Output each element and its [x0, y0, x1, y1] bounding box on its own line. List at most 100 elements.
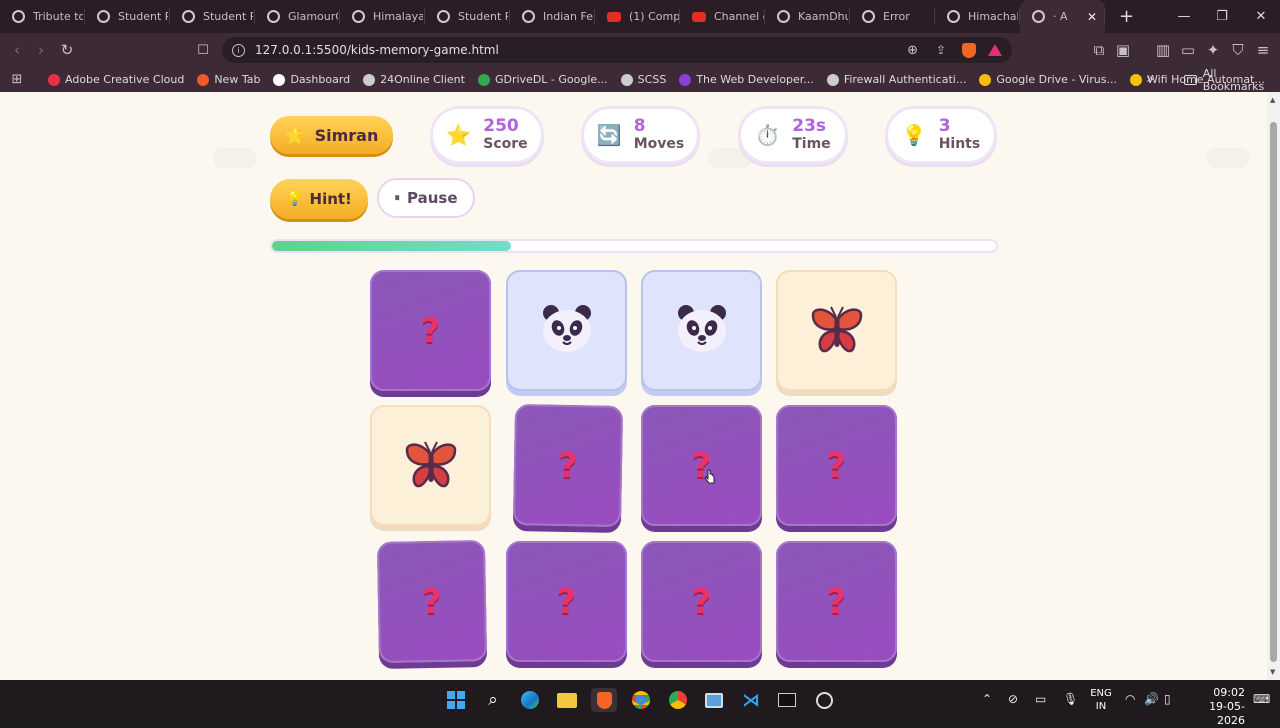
- microphone-icon[interactable]: 🎙: [1063, 692, 1078, 706]
- globe-icon: [437, 10, 450, 23]
- app-icon[interactable]: [811, 688, 837, 712]
- forward-icon[interactable]: ›: [28, 37, 54, 63]
- browser-tab[interactable]: · A ✕: [1020, 0, 1105, 33]
- bookmark-item[interactable]: Dashboard: [273, 73, 350, 86]
- memory-card-hidden[interactable]: ?: [376, 540, 488, 663]
- browser-tab[interactable]: Error: [850, 0, 935, 33]
- tray-overflow-icon[interactable]: ⌃: [982, 692, 992, 706]
- hint-button[interactable]: 💡 Hint!: [270, 179, 368, 219]
- cast-icon[interactable]: ▭: [1035, 692, 1046, 706]
- search-icon[interactable]: ⌕: [480, 688, 506, 712]
- restore-icon[interactable]: ❐: [1203, 0, 1241, 33]
- region-code: IN: [1095, 701, 1107, 712]
- score-stat: ⭐ 250 Score: [430, 106, 544, 164]
- vpn-icon[interactable]: ⛉: [1225, 37, 1251, 63]
- browser-tab[interactable]: Tribute to: [0, 0, 85, 33]
- memory-card-hidden[interactable]: ?: [512, 404, 624, 527]
- bookmark-item[interactable]: Firewall Authenticati...: [826, 73, 966, 86]
- apps-grid-icon[interactable]: ⊞: [4, 67, 30, 93]
- share-icon[interactable]: ⇪: [936, 43, 946, 57]
- scroll-down-icon[interactable]: ▼: [1270, 668, 1275, 676]
- scroll-up-icon[interactable]: ▲: [1270, 96, 1275, 104]
- browser-tab[interactable]: Himachal: [935, 0, 1020, 33]
- bookmark-item[interactable]: The Web Developer...: [679, 73, 814, 86]
- bookmark-favicon-icon: [1129, 73, 1142, 86]
- memory-card-panda[interactable]: [506, 270, 627, 391]
- chrome-icon[interactable]: [628, 688, 654, 712]
- edge-icon[interactable]: [517, 688, 543, 712]
- clock[interactable]: 09:02 19-05-2026: [1185, 686, 1245, 728]
- bookmark-label: 24Online Client: [380, 73, 465, 86]
- start-icon[interactable]: [443, 688, 469, 712]
- browser-tab[interactable]: Himalayan: [340, 0, 425, 33]
- bookmark-page-icon[interactable]: ☐: [190, 37, 216, 63]
- new-tab-button[interactable]: +: [1119, 6, 1134, 27]
- memory-card-butterfly[interactable]: [776, 270, 897, 391]
- bookmark-item[interactable]: GDriveDL - Google...: [477, 73, 608, 86]
- memory-card-hidden[interactable]: ?: [506, 541, 627, 662]
- wallet-icon[interactable]: ▭: [1175, 37, 1201, 63]
- browser-tab[interactable]: Student P: [85, 0, 170, 33]
- file-explorer-icon[interactable]: [554, 688, 580, 712]
- extensions-icon[interactable]: ⧉: [1086, 37, 1112, 63]
- pause-button[interactable]: ⏸ Pause: [377, 178, 475, 218]
- browser-tab[interactable]: KaamDhu: [765, 0, 850, 33]
- page-scrollbar[interactable]: ▲ ▼: [1267, 92, 1280, 680]
- browser-tab[interactable]: Student P: [170, 0, 255, 33]
- tray-app-icon[interactable]: ⊘: [1008, 692, 1018, 706]
- bookmark-item[interactable]: New Tab: [197, 73, 260, 86]
- browser-tab[interactable]: (1) Comp: [595, 0, 680, 33]
- browser-tab[interactable]: Indian Fe: [510, 0, 595, 33]
- address-bar[interactable]: i 127.0.0.1:5500/kids-memory-game.html ⊕…: [222, 37, 1012, 63]
- pause-button-label: Pause: [407, 189, 458, 207]
- question-mark-icon: ?: [557, 445, 579, 486]
- volume-icon[interactable]: 🔊: [1144, 692, 1159, 706]
- language-indicator[interactable]: ENG IN: [1090, 687, 1112, 713]
- leo-ai-icon[interactable]: ✦: [1200, 37, 1226, 63]
- memory-card-butterfly[interactable]: [370, 405, 491, 526]
- globe-icon: [862, 10, 875, 23]
- bookmark-item[interactable]: SCSS: [620, 73, 666, 86]
- notification-icon[interactable]: ⌨: [1253, 692, 1270, 706]
- terminal-icon[interactable]: [774, 688, 800, 712]
- window-app-icon[interactable]: [701, 688, 727, 712]
- bookmark-item[interactable]: 24Online Client: [363, 73, 465, 86]
- tab-strip: Tribute to Student P Student P GlamourG Hima…: [0, 0, 1280, 33]
- bookmark-item[interactable]: Google Drive - Virus...: [979, 73, 1117, 86]
- site-info-icon[interactable]: i: [232, 43, 245, 57]
- memory-card-hidden[interactable]: ?: [641, 541, 762, 662]
- close-window-icon[interactable]: ✕: [1242, 0, 1280, 33]
- scrollbar-thumb[interactable]: [1270, 122, 1277, 662]
- reload-icon[interactable]: ↻: [54, 37, 80, 63]
- brave-shields-icon[interactable]: [962, 42, 976, 58]
- menu-icon[interactable]: ≡: [1250, 37, 1276, 63]
- battery-icon[interactable]: ▯: [1164, 692, 1171, 706]
- zoom-icon[interactable]: ⊕: [907, 43, 918, 58]
- brave-rewards-icon[interactable]: [988, 44, 1002, 56]
- close-tab-icon[interactable]: ✕: [1087, 10, 1097, 24]
- browser-tab[interactable]: Student P: [425, 0, 510, 33]
- memory-card-hidden[interactable]: ?: [776, 541, 897, 662]
- back-icon[interactable]: ‹: [4, 37, 30, 63]
- bookmarks-overflow-button[interactable]: »: [1146, 72, 1154, 87]
- question-mark-icon: ?: [691, 581, 712, 622]
- time-label: Time: [792, 136, 831, 152]
- globe-icon: [12, 10, 25, 23]
- browser-tab[interactable]: Channel c: [680, 0, 765, 33]
- tab-title: · A: [1053, 10, 1068, 23]
- all-bookmarks-button[interactable]: All Bookmarks: [1184, 67, 1280, 93]
- question-mark-icon: ?: [826, 581, 847, 622]
- chrome-profile-icon[interactable]: [665, 688, 691, 712]
- minimize-icon[interactable]: —: [1165, 0, 1203, 33]
- memory-card-hidden[interactable]: ?: [370, 270, 491, 391]
- memory-card-panda[interactable]: [641, 270, 762, 391]
- wifi-icon[interactable]: ◠: [1125, 692, 1135, 706]
- vscode-icon[interactable]: ⋊: [738, 688, 764, 712]
- memory-card-hidden[interactable]: ?: [776, 405, 897, 526]
- tab-search-icon[interactable]: ▣: [1110, 37, 1136, 63]
- brave-icon[interactable]: [591, 688, 617, 712]
- browser-tab[interactable]: GlamourG: [255, 0, 340, 33]
- bookmark-item[interactable]: Adobe Creative Cloud: [48, 73, 184, 86]
- memory-card-hidden[interactable]: ?: [641, 405, 762, 526]
- sidebar-icon[interactable]: ▥: [1150, 37, 1176, 63]
